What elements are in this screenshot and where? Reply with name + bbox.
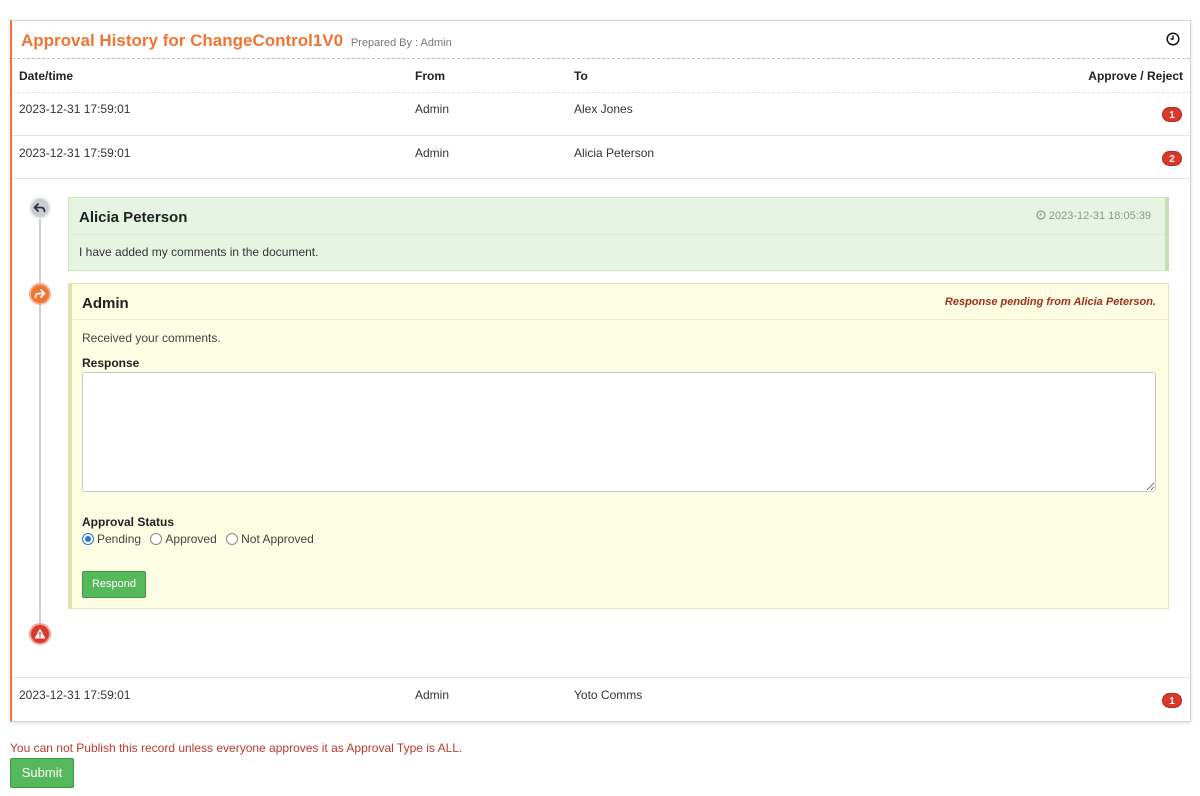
row-divider: [12, 677, 1190, 678]
col-header-approve-reject: Approve / Reject: [1088, 69, 1183, 83]
prepared-by: Prepared By : Admin: [350, 37, 452, 49]
row3-from: Admin: [415, 688, 450, 702]
row2-count-badge[interactable]: 2: [1162, 151, 1182, 166]
card-divider: [72, 319, 1168, 320]
clock-icon: [1036, 210, 1046, 220]
respond-button[interactable]: Respond: [82, 571, 146, 598]
radio-pending[interactable]: Pending: [82, 531, 141, 546]
reply-message: I have added my comments in the document…: [79, 245, 319, 259]
radio-not-approved-label: Not Approved: [241, 532, 314, 547]
approval-status-label: Approval Status: [82, 515, 175, 529]
publish-warning: You can not Publish this record unless e…: [10, 741, 463, 755]
radio-approved-label: Approved: [165, 532, 217, 547]
timeline-line: [39, 209, 41, 627]
panel-header: Approval History for ChangeControl1V0 Pr…: [12, 21, 1190, 59]
response-label: Response: [82, 356, 140, 370]
row1-to: Alex Jones: [574, 102, 633, 116]
reply-timestamp: 2023-12-31 18:05:39: [1036, 210, 1151, 222]
col-header-from: From: [415, 69, 445, 83]
panel-title: Approval History for ChangeControl1V0 Pr…: [21, 31, 452, 51]
card-divider: [69, 234, 1165, 235]
submit-button[interactable]: Submit: [10, 758, 74, 788]
row2-from: Admin: [415, 146, 450, 160]
pending-status-note: Response pending from Alicia Peterson.: [944, 296, 1156, 308]
clock-icon[interactable]: [1166, 32, 1180, 46]
reply-author: Alicia Peterson: [79, 209, 188, 226]
forward-icon: [29, 283, 51, 305]
row-divider: [12, 135, 1190, 136]
warning-icon: [29, 623, 51, 645]
row1-datetime: 2023-12-31 17:59:01: [19, 102, 131, 116]
col-header-to: To: [574, 69, 588, 83]
radio-pending-label: Pending: [97, 532, 142, 547]
reply-icon: [29, 197, 51, 219]
radio-not-approved[interactable]: Not Approved: [226, 531, 314, 546]
radio-dot[interactable]: [226, 533, 239, 546]
reply-card: Alicia Peterson 2023-12-31 18:05:39 I ha…: [68, 197, 1169, 271]
row1-count-badge[interactable]: 1: [1162, 107, 1182, 122]
radio-dot[interactable]: [82, 533, 94, 546]
pending-author: Admin: [82, 295, 129, 312]
approval-status-radio-group: Pending Approved Not Approved: [82, 531, 320, 546]
page-title: Approval History for ChangeControl1V0: [21, 31, 344, 50]
row3-count-badge[interactable]: 1: [1162, 693, 1182, 708]
radio-dot[interactable]: [150, 533, 163, 546]
pending-response-card: Admin Response pending from Alicia Peter…: [68, 283, 1169, 609]
radio-approved[interactable]: Approved: [150, 531, 217, 547]
row2-datetime: 2023-12-31 17:59:01: [19, 146, 131, 160]
response-textarea[interactable]: [82, 372, 1156, 492]
approval-history-panel: Approval History for ChangeControl1V0 Pr…: [10, 20, 1191, 722]
pending-message: Received your comments.: [82, 331, 221, 345]
row2-to: Alicia Peterson: [574, 146, 655, 160]
row-divider: [12, 178, 1190, 179]
col-header-datetime: Date/time: [19, 69, 74, 83]
row1-from: Admin: [415, 102, 450, 116]
row-divider: [12, 92, 1190, 93]
reply-timestamp-text: 2023-12-31 18:05:39: [1048, 210, 1151, 222]
row3-datetime: 2023-12-31 17:59:01: [19, 688, 131, 702]
row3-to: Yoto Comms: [574, 688, 643, 702]
